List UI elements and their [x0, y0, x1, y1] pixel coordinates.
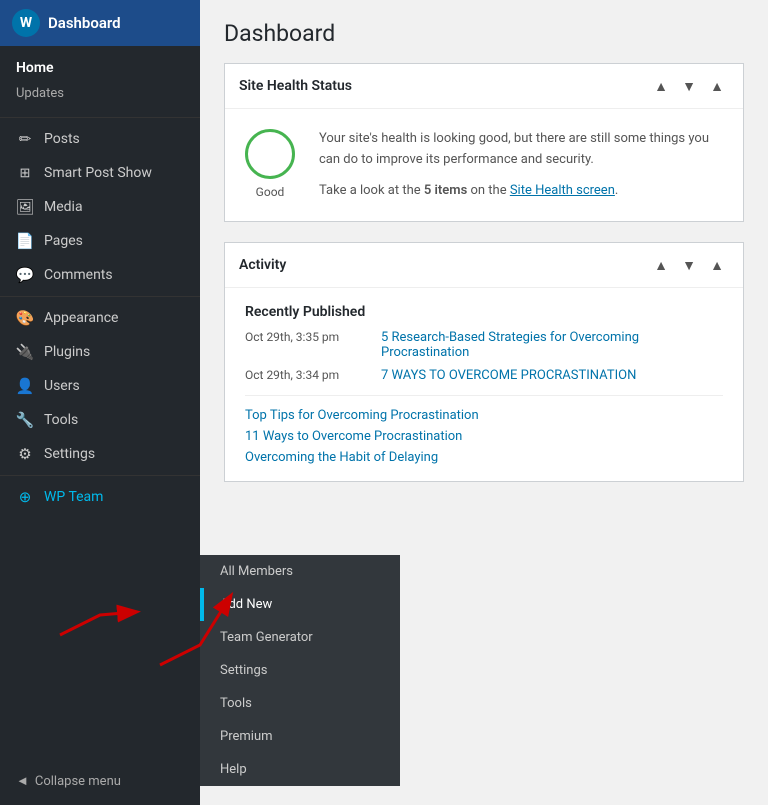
collapse-arrow-icon: ◄ [16, 773, 29, 789]
extra-link-3[interactable]: Overcoming the Habit of Delaying [245, 450, 723, 465]
pages-icon: 📄 [16, 232, 34, 250]
activity-divider [245, 395, 723, 396]
sidebar-item-wp-team[interactable]: ⊕ WP Team [0, 480, 200, 514]
sidebar-item-smart-post-show-label: Smart Post Show [44, 165, 152, 181]
sidebar-item-tools[interactable]: 🔧 Tools [0, 403, 200, 437]
sidebar-item-updates[interactable]: Updates [0, 82, 200, 105]
site-health-collapse-down[interactable]: ▼ [677, 74, 701, 98]
tools-icon: 🔧 [16, 411, 34, 429]
sidebar-item-media[interactable]: 🖼 Media [0, 190, 200, 224]
submenu-item-add-new[interactable]: Add New [200, 588, 400, 621]
comments-icon: 💬 [16, 266, 34, 284]
sidebar-item-appearance-label: Appearance [44, 310, 118, 326]
activity-controls: ▲ ▼ ▲ [649, 253, 729, 277]
sidebar-item-pages-label: Pages [44, 233, 83, 249]
activity-item-1: Oct 29th, 3:35 pm 5 Research-Based Strat… [245, 330, 723, 360]
activity-date-1: Oct 29th, 3:35 pm [245, 330, 365, 344]
smart-post-show-icon: ⊞ [16, 164, 34, 182]
activity-link-2[interactable]: 7 WAYS TO OVERCOME PROCRASTINATION [381, 368, 636, 383]
activity-link-1[interactable]: 5 Research-Based Strategies for Overcomi… [381, 330, 723, 360]
sidebar-item-media-label: Media [44, 199, 83, 215]
health-circle [245, 129, 295, 179]
sidebar-item-settings[interactable]: ⚙ Settings [0, 437, 200, 471]
sidebar-item-plugins[interactable]: 🔌 Plugins [0, 335, 200, 369]
site-health-link[interactable]: Site Health screen [510, 183, 615, 198]
submenu-item-all-members[interactable]: All Members [204, 555, 400, 588]
plugins-icon: 🔌 [16, 343, 34, 361]
health-desc-text: Your site's health is looking good, but … [319, 129, 723, 171]
collapse-menu[interactable]: ◄ Collapse menu [0, 765, 200, 797]
submenu-item-help[interactable]: Help [204, 753, 400, 786]
wp-team-submenu: All Members Add New Team Generator Setti… [200, 555, 400, 786]
health-indicator: Good [245, 129, 295, 199]
activity-date-2: Oct 29th, 3:34 pm [245, 368, 365, 382]
extra-link-2[interactable]: 11 Ways to Overcome Procrastination [245, 429, 723, 444]
submenu-item-tools[interactable]: Tools [204, 687, 400, 720]
sidebar-item-plugins-label: Plugins [44, 344, 90, 360]
appearance-icon: 🎨 [16, 309, 34, 327]
sidebar-item-posts-label: Posts [44, 131, 80, 147]
health-label: Good [256, 185, 285, 199]
sidebar-item-comments[interactable]: 💬 Comments [0, 258, 200, 292]
wp-logo: W [12, 9, 40, 37]
site-health-toggle[interactable]: ▲ [705, 74, 729, 98]
sidebar-item-pages[interactable]: 📄 Pages [0, 224, 200, 258]
activity-body: Recently Published Oct 29th, 3:35 pm 5 R… [225, 288, 743, 481]
sidebar: W Dashboard Home Updates ✏ Posts ⊞ Smart… [0, 0, 200, 805]
media-icon: 🖼 [16, 198, 34, 216]
sidebar-item-appearance[interactable]: 🎨 Appearance [0, 301, 200, 335]
sidebar-item-users[interactable]: 👤 Users [0, 369, 200, 403]
site-health-widget: Site Health Status ▲ ▼ ▲ Good Your site'… [224, 63, 744, 222]
activity-collapse-down[interactable]: ▼ [677, 253, 701, 277]
activity-header: Activity ▲ ▼ ▲ [225, 243, 743, 288]
sidebar-item-comments-label: Comments [44, 267, 113, 283]
submenu-item-team-generator[interactable]: Team Generator [204, 621, 400, 654]
site-health-body: Good Your site's health is looking good,… [225, 109, 743, 221]
sidebar-header[interactable]: W Dashboard [0, 0, 200, 46]
site-health-controls: ▲ ▼ ▲ [649, 74, 729, 98]
settings-icon: ⚙ [16, 445, 34, 463]
sidebar-bottom: ◄ Collapse menu [0, 757, 200, 805]
activity-widget: Activity ▲ ▼ ▲ Recently Published Oct 29… [224, 242, 744, 482]
health-description: Your site's health is looking good, but … [319, 129, 723, 201]
submenu-item-premium[interactable]: Premium [204, 720, 400, 753]
activity-collapse-up[interactable]: ▲ [649, 253, 673, 277]
submenu-item-settings[interactable]: Settings [204, 654, 400, 687]
activity-extra-links: Top Tips for Overcoming Procrastination … [245, 408, 723, 465]
sidebar-divider-3 [0, 475, 200, 476]
posts-icon: ✏ [16, 130, 34, 148]
recently-published-label: Recently Published [245, 304, 723, 320]
health-cta: Take a look at the 5 items on the Site H… [319, 181, 723, 202]
sidebar-home-section: Home Updates [0, 46, 200, 113]
sidebar-divider-2 [0, 296, 200, 297]
sidebar-item-smart-post-show[interactable]: ⊞ Smart Post Show [0, 156, 200, 190]
collapse-menu-label: Collapse menu [35, 774, 121, 789]
extra-link-1[interactable]: Top Tips for Overcoming Procrastination [245, 408, 723, 423]
site-health-title: Site Health Status [239, 78, 352, 94]
activity-title: Activity [239, 257, 286, 273]
sidebar-item-settings-label: Settings [44, 446, 95, 462]
sidebar-item-wp-team-label: WP Team [44, 489, 103, 505]
activity-item-2: Oct 29th, 3:34 pm 7 WAYS TO OVERCOME PRO… [245, 368, 723, 383]
site-health-header: Site Health Status ▲ ▼ ▲ [225, 64, 743, 109]
users-icon: 👤 [16, 377, 34, 395]
sidebar-divider-1 [0, 117, 200, 118]
sidebar-item-tools-label: Tools [44, 412, 78, 428]
health-items-count: 5 items [424, 183, 467, 198]
wp-team-icon: ⊕ [16, 488, 34, 506]
activity-toggle[interactable]: ▲ [705, 253, 729, 277]
sidebar-item-home[interactable]: Home [0, 54, 200, 82]
page-title: Dashboard [224, 20, 744, 47]
site-health-collapse-up[interactable]: ▲ [649, 74, 673, 98]
sidebar-title: Dashboard [48, 14, 121, 32]
sidebar-item-users-label: Users [44, 378, 80, 394]
sidebar-item-posts[interactable]: ✏ Posts [0, 122, 200, 156]
